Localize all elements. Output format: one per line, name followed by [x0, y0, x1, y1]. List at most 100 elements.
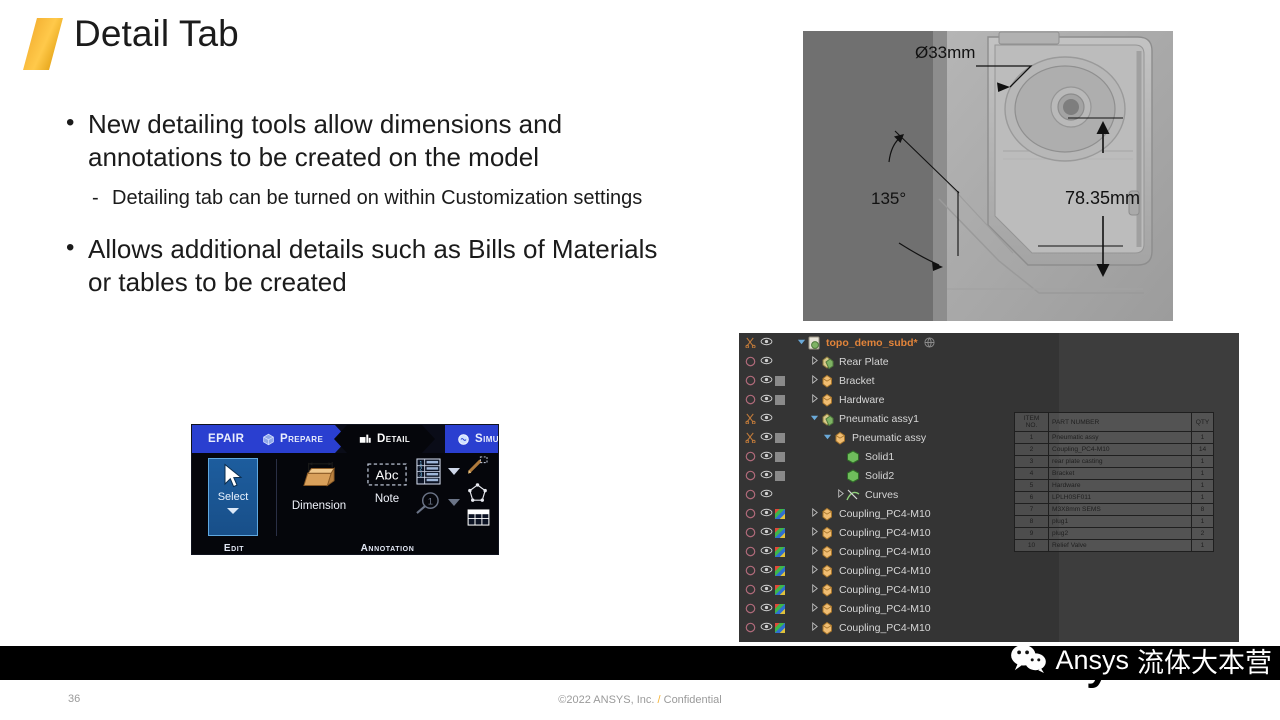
tab-detail[interactable]: Detail: [333, 425, 436, 453]
eye-icon[interactable]: [760, 413, 773, 424]
eye-icon[interactable]: [760, 565, 773, 576]
grid-table-button[interactable]: [467, 509, 490, 531]
twisty-expanded-icon[interactable]: [797, 337, 807, 349]
tree-row[interactable]: Curves: [739, 485, 1059, 504]
suppress-ring-icon[interactable]: [745, 394, 756, 405]
twisty-collapsed-icon[interactable]: [810, 602, 820, 615]
suppress-ring-icon[interactable]: [745, 584, 756, 595]
color-palette-icon[interactable]: [775, 508, 785, 519]
twisty-expanded-icon[interactable]: [823, 432, 833, 444]
assembly-app-screenshot: topo_demo_subd* Rear Plate Bracket Hardwar…: [739, 333, 1239, 642]
tab-simulation-label: Simul: [475, 433, 499, 445]
color-palette-icon[interactable]: [775, 603, 785, 614]
structure-tree-panel: topo_demo_subd* Rear Plate Bracket Hardwar…: [739, 333, 1059, 642]
tab-repair[interactable]: EPAIR: [192, 425, 270, 453]
twisty-collapsed-icon[interactable]: [810, 564, 820, 577]
eye-icon[interactable]: [760, 394, 773, 405]
tree-row[interactable]: Coupling_PC4-M10: [739, 504, 1059, 523]
tree-row[interactable]: Coupling_PC4-M10: [739, 542, 1059, 561]
tree-row-gutter: [739, 565, 797, 576]
tab-simulation[interactable]: Simul: [445, 425, 499, 453]
bullet-marker: •: [66, 233, 75, 261]
twisty-collapsed-icon[interactable]: [810, 355, 820, 368]
scissors-icon[interactable]: [745, 432, 756, 444]
balloon-button[interactable]: 1: [413, 491, 442, 519]
tree-row[interactable]: Rear Plate: [739, 352, 1059, 371]
tree-row[interactable]: Coupling_PC4-M10: [739, 561, 1059, 580]
twisty-collapsed-icon[interactable]: [810, 374, 820, 387]
select-button[interactable]: Select: [208, 458, 258, 536]
suppress-ring-icon[interactable]: [745, 356, 756, 367]
color-palette-icon[interactable]: [775, 527, 785, 538]
color-palette-icon[interactable]: [775, 584, 785, 595]
table-list-button[interactable]: 1 2 3: [416, 458, 441, 490]
eye-icon[interactable]: [760, 546, 773, 557]
tab-prepare[interactable]: Prepare: [250, 425, 349, 453]
eye-icon[interactable]: [760, 337, 773, 348]
twisty-collapsed-icon[interactable]: [810, 507, 820, 520]
dimension-label: Dimension: [291, 500, 347, 512]
suppress-ring-icon[interactable]: [745, 470, 756, 481]
eye-icon[interactable]: [760, 451, 773, 462]
suppress-ring-icon[interactable]: [745, 603, 756, 614]
eye-icon[interactable]: [760, 356, 773, 367]
eye-icon[interactable]: [760, 432, 773, 443]
suppress-ring-icon[interactable]: [745, 527, 756, 538]
table-dropdown-chevron-down-icon[interactable]: [448, 468, 460, 475]
tree-row[interactable]: Pneumatic assy1: [739, 409, 1059, 428]
scissors-icon[interactable]: [745, 337, 756, 349]
tree-row[interactable]: Coupling_PC4-M10: [739, 599, 1059, 618]
note-button[interactable]: Abc Note: [361, 463, 413, 505]
twisty-collapsed-icon[interactable]: [810, 393, 820, 406]
eye-icon[interactable]: [760, 527, 773, 538]
color-swatch[interactable]: [775, 394, 785, 405]
table-row: 9 plug2 2: [1014, 527, 1214, 540]
eye-icon[interactable]: [760, 489, 773, 500]
body-icon: [820, 374, 834, 388]
eye-icon[interactable]: [760, 470, 773, 481]
tree-row[interactable]: Pneumatic assy: [739, 428, 1059, 447]
eye-icon[interactable]: [760, 622, 773, 633]
document-icon: [807, 336, 821, 350]
tree-row[interactable]: Coupling_PC4-M10: [739, 580, 1059, 599]
bom-cell-part: M3X8mm SEMS: [1048, 503, 1192, 516]
suppress-ring-icon[interactable]: [745, 451, 756, 462]
tree-row[interactable]: Bracket: [739, 371, 1059, 390]
leader-line-button[interactable]: [467, 456, 488, 480]
suppress-ring-icon[interactable]: [745, 565, 756, 576]
twisty-collapsed-icon[interactable]: [810, 545, 820, 558]
twisty-collapsed-icon[interactable]: [836, 488, 846, 501]
color-palette-icon[interactable]: [775, 565, 785, 576]
tree-row[interactable]: Coupling_PC4-M10: [739, 618, 1059, 637]
scissors-icon[interactable]: [745, 413, 756, 425]
polygon-nodes-button[interactable]: [467, 483, 488, 509]
tree-row[interactable]: Coupling_PC4-M10: [739, 523, 1059, 542]
eye-icon[interactable]: [760, 603, 773, 614]
tree-row[interactable]: Solid1: [739, 447, 1059, 466]
suppress-ring-icon[interactable]: [745, 508, 756, 519]
suppress-ring-icon[interactable]: [745, 489, 756, 500]
color-swatch[interactable]: [775, 470, 785, 481]
dimension-button[interactable]: Dimension: [282, 461, 356, 512]
color-swatch[interactable]: [775, 432, 785, 443]
suppress-ring-icon[interactable]: [745, 546, 756, 557]
balloon-dropdown-chevron-down-icon[interactable]: [448, 499, 460, 506]
tree-row[interactable]: Solid2: [739, 466, 1059, 485]
twisty-collapsed-icon[interactable]: [810, 621, 820, 634]
chevron-down-icon[interactable]: [227, 508, 239, 514]
eye-icon[interactable]: [760, 375, 773, 386]
eye-icon[interactable]: [760, 508, 773, 519]
color-palette-icon[interactable]: [775, 546, 785, 557]
eye-icon[interactable]: [760, 584, 773, 595]
suppress-ring-icon[interactable]: [745, 622, 756, 633]
tree-row[interactable]: Hardware: [739, 390, 1059, 409]
twisty-collapsed-icon[interactable]: [810, 526, 820, 539]
suppress-ring-icon[interactable]: [745, 375, 756, 386]
table-row: 8 plug1 1: [1014, 515, 1214, 528]
color-swatch[interactable]: [775, 451, 785, 462]
twisty-expanded-icon[interactable]: [810, 413, 820, 425]
color-palette-icon[interactable]: [775, 622, 785, 633]
twisty-collapsed-icon[interactable]: [810, 583, 820, 596]
tree-row-root[interactable]: topo_demo_subd*: [739, 333, 1059, 352]
color-swatch[interactable]: [775, 375, 785, 386]
